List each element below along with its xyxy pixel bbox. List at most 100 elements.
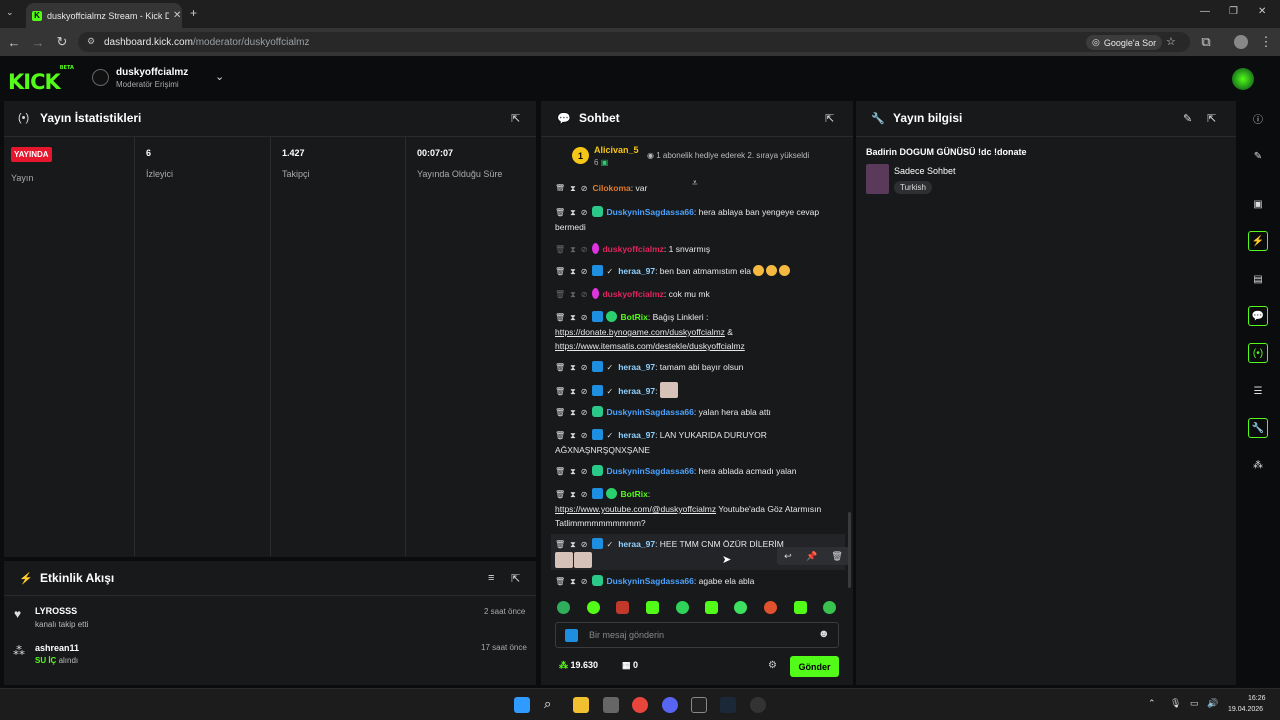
layers-icon[interactable]: ☰ — [1248, 381, 1268, 401]
url-input[interactable]: ⚙ dashboard.kick.com/moderator/duskyoffc… — [78, 32, 1190, 52]
send-button[interactable]: Gönder — [790, 656, 839, 677]
chat-username[interactable]: DuskyninSagdassa66 — [606, 407, 693, 417]
chevron-down-icon[interactable]: ⌄ — [215, 70, 224, 83]
chat-username[interactable]: duskyoffcialmz — [602, 244, 663, 254]
edit-icon[interactable]: ✎ — [1248, 146, 1268, 166]
new-tab-icon[interactable]: + — [190, 6, 197, 20]
chat-username[interactable]: heraa_97 — [618, 539, 655, 549]
network-icon[interactable]: ▭ — [1190, 698, 1199, 709]
mic-icon[interactable]: 🎙 — [1170, 698, 1181, 709]
close-tab-icon[interactable]: ✕ — [173, 10, 181, 21]
chat-username[interactable]: DuskyninSagdassa66 — [606, 466, 693, 476]
close-window-icon[interactable]: ✕ — [1258, 6, 1266, 17]
chat-scrollbar[interactable] — [848, 512, 851, 588]
timeout-icon[interactable]: ⧗ — [570, 243, 576, 257]
chat-username[interactable]: BotRix — [620, 312, 647, 322]
chat-username[interactable]: duskyoffcialmz — [602, 289, 663, 299]
emote-icon[interactable] — [616, 601, 629, 614]
filter-icon[interactable]: ≡ — [488, 572, 494, 584]
gift-counter[interactable]: ▦ 0 — [622, 660, 638, 671]
chrome-icon[interactable] — [632, 697, 648, 713]
ban-icon[interactable]: ⊘ — [581, 243, 588, 257]
pin-icon[interactable]: 📌 — [806, 551, 817, 562]
delete-icon[interactable]: 🗑 — [555, 182, 565, 191]
search-icon[interactable]: ⌕ — [544, 696, 551, 712]
chat-username[interactable]: BotRix — [620, 489, 647, 499]
obs-icon[interactable] — [750, 697, 766, 713]
steam-icon[interactable] — [720, 697, 736, 713]
chat-link[interactable]: https://www.youtube.com/@duskyoffcialmz — [555, 504, 716, 514]
ban-icon[interactable]: ⊘ — [581, 311, 588, 325]
delete-icon[interactable]: 🗑 — [555, 206, 565, 220]
timeout-icon[interactable]: ⧗ — [570, 575, 576, 589]
timeout-icon[interactable]: ⧗ — [570, 265, 576, 279]
delete-icon[interactable]: 🗑 — [555, 361, 565, 375]
emote-icon[interactable] — [587, 601, 600, 614]
chat-settings-icon[interactable]: ⚙ — [768, 660, 777, 671]
chat-input[interactable]: Bir mesaj gönderin ☻ — [555, 622, 839, 648]
extensions-icon[interactable]: ⧉ — [1196, 28, 1216, 56]
delete-icon[interactable]: 🗑 — [555, 311, 565, 325]
timeout-icon[interactable]: ⧗ — [570, 429, 576, 443]
emote-icon[interactable] — [557, 601, 570, 614]
emote-icon[interactable] — [794, 601, 807, 614]
popout-icon[interactable]: ⇱ — [1207, 112, 1216, 125]
stream-category[interactable]: Sadece Sohbet — [894, 166, 956, 176]
profile-avatar[interactable] — [1234, 35, 1248, 49]
maximize-icon[interactable]: ❐ — [1229, 6, 1238, 17]
emoji-picker-icon[interactable]: ☻ — [818, 628, 830, 640]
timeout-icon[interactable]: ⧗ — [570, 361, 576, 375]
activity-user[interactable]: ashrean11 — [35, 643, 79, 653]
tray-chevron-icon[interactable]: ⌃ — [1148, 698, 1156, 709]
forward-icon[interactable]: → — [28, 28, 48, 56]
timeout-icon[interactable]: ⧗ — [570, 488, 576, 502]
reply-icon[interactable]: ↩ — [784, 551, 792, 562]
emote-icon[interactable] — [676, 601, 689, 614]
ban-icon[interactable]: ⊘ — [581, 206, 588, 220]
popout-icon[interactable]: ⇱ — [825, 112, 834, 125]
delete-icon[interactable]: 🗑 — [555, 243, 565, 257]
volume-icon[interactable]: 🔊 — [1207, 698, 1218, 709]
bookmark-star-icon[interactable]: ☆ — [1166, 35, 1176, 48]
pinned-user[interactable]: Alicivan_5 — [594, 145, 639, 155]
edit-icon[interactable]: ✎ — [1183, 112, 1192, 125]
emote-icon[interactable] — [823, 601, 836, 614]
site-info-icon[interactable]: ⚙ — [87, 36, 95, 47]
browser-menu-icon[interactable]: ⋮ — [1256, 28, 1276, 56]
emote-icon[interactable] — [734, 601, 747, 614]
user-avatar[interactable] — [1232, 68, 1254, 90]
wrench-icon[interactable]: 🔧 — [1248, 418, 1268, 438]
emote-icon[interactable] — [646, 601, 659, 614]
popout-icon[interactable]: ⇱ — [511, 572, 520, 585]
clock-date[interactable]: 19.04.2026 — [1228, 706, 1263, 713]
channel-name[interactable]: duskyoffcialmz — [116, 67, 188, 78]
ban-icon[interactable]: ⊘ — [581, 538, 588, 552]
reload-icon[interactable]: ↻ — [52, 28, 72, 56]
broadcast-icon[interactable]: (•) — [1248, 343, 1268, 363]
popout-icon[interactable]: ⇱ — [511, 112, 520, 125]
kick-logo[interactable]: KICKBETA — [8, 65, 74, 94]
ban-icon[interactable]: ⊘ — [581, 488, 588, 502]
google-ask-button[interactable]: ◎ Google'a Sor — [1086, 35, 1163, 50]
stream-tag[interactable]: Turkish — [894, 181, 932, 194]
nodes-icon[interactable]: ⁂ — [1248, 455, 1268, 475]
chat-link[interactable]: https://www.itemsatis.com/destekle/dusky… — [555, 341, 745, 351]
delete-icon[interactable]: 🗑 — [555, 385, 565, 399]
screen-icon[interactable]: ▣ — [1248, 194, 1268, 214]
chat-username[interactable]: DuskyninSagdassa66 — [606, 207, 693, 217]
emote-icon[interactable] — [764, 601, 777, 614]
clipboard-icon[interactable]: ▤ — [1248, 269, 1268, 289]
tab-search-icon[interactable]: ⌄ — [6, 7, 14, 18]
info-icon[interactable]: ⓘ — [1248, 108, 1268, 128]
browser-tab[interactable]: K duskyoffcialmz Stream - Kick D... ✕ — [26, 3, 182, 28]
capcut-icon[interactable] — [691, 697, 707, 713]
ban-icon[interactable]: ⊘ — [581, 406, 588, 420]
chat-username[interactable]: Cilokoma — [592, 183, 630, 191]
clock-time[interactable]: 16:26 — [1248, 695, 1266, 702]
windows-start-icon[interactable] — [514, 697, 530, 713]
delete-icon[interactable]: 🗑 — [555, 265, 565, 279]
delete-icon[interactable]: 🗑 — [555, 465, 565, 479]
lightning-icon[interactable]: ⚡ — [1248, 231, 1268, 251]
ban-icon[interactable]: ⊘ — [581, 575, 588, 589]
chat-username[interactable]: heraa_97 — [618, 266, 655, 276]
